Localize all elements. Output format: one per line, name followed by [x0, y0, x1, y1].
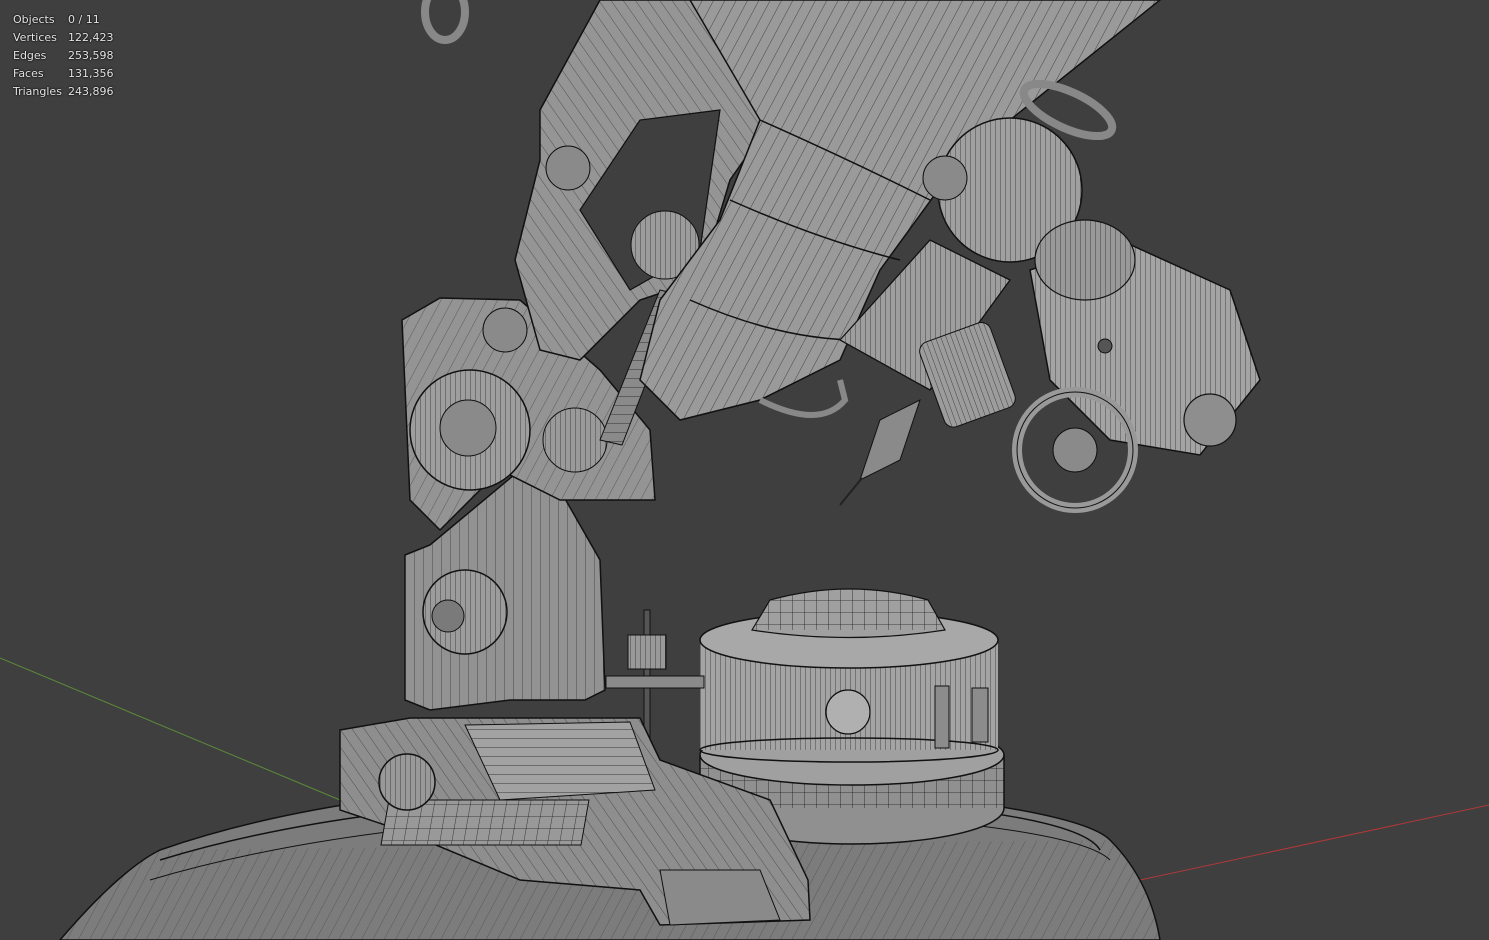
statistics-overlay: Objects 0 / 11 Vertices 122,423 Edges 25…: [13, 11, 114, 101]
axis-x-line: [1139, 804, 1489, 881]
stat-vertices-label: Vertices: [13, 31, 57, 44]
stat-triangles-value: 243,896: [68, 85, 114, 98]
stat-triangles: Triangles 243,896: [13, 83, 114, 101]
stat-faces-value: 131,356: [68, 67, 114, 80]
stat-faces: Faces 131,356: [13, 65, 114, 83]
wireframe-scene[interactable]: [0, 0, 1489, 940]
stat-vertices: Vertices 122,423: [13, 29, 114, 47]
stat-objects-value: 0 / 11: [68, 13, 100, 26]
stat-edges-label: Edges: [13, 49, 47, 62]
stat-vertices-value: 122,423: [68, 31, 114, 44]
stat-edges: Edges 253,598: [13, 47, 114, 65]
stat-faces-label: Faces: [13, 67, 44, 80]
dome-housing[interactable]: [699, 588, 999, 763]
stat-objects: Objects 0 / 11: [13, 11, 114, 29]
3d-viewport[interactable]: Objects 0 / 11 Vertices 122,423 Edges 25…: [0, 0, 1489, 940]
axis-y-line: [0, 657, 341, 801]
stat-triangles-label: Triangles: [13, 85, 62, 98]
stat-edges-value: 253,598: [68, 49, 114, 62]
stat-objects-label: Objects: [13, 13, 55, 26]
